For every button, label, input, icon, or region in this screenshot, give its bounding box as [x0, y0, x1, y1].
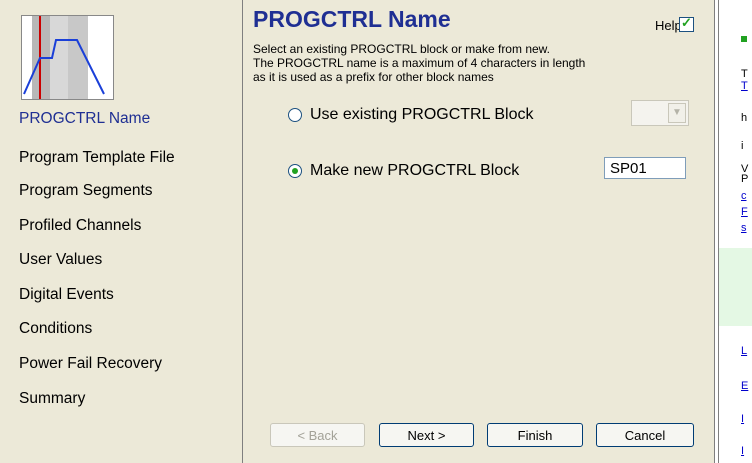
- use-existing-label: Use existing PROGCTRL Block: [310, 106, 534, 123]
- wizard-nav-panel: PROGCTRL Name Program Template File Prog…: [0, 0, 243, 463]
- checkmark-icon: ✓: [681, 15, 692, 30]
- nav-item-program-segments[interactable]: Program Segments: [19, 182, 153, 200]
- back-button[interactable]: < Back: [270, 423, 365, 447]
- help-text: T: [741, 68, 748, 80]
- nav-item-conditions[interactable]: Conditions: [19, 320, 92, 338]
- page-description: Select an existing PROGCTRL block or mak…: [253, 42, 693, 84]
- make-new-label: Make new PROGCTRL Block: [310, 162, 520, 179]
- finish-button[interactable]: Finish: [487, 423, 583, 447]
- nav-item-profiled-channels[interactable]: Profiled Channels: [19, 217, 141, 235]
- help-checkbox[interactable]: ✓: [679, 15, 694, 32]
- description-line: Select an existing PROGCTRL block or mak…: [253, 42, 550, 56]
- help-text: i: [741, 140, 744, 152]
- help-link[interactable]: I: [741, 445, 744, 457]
- new-block-name-input[interactable]: SP01: [604, 157, 686, 179]
- description-line: as it is used as a prefix for other bloc…: [253, 70, 494, 84]
- nav-item-program-template-file[interactable]: Program Template File: [19, 149, 175, 167]
- help-text: P: [741, 173, 749, 185]
- help-link[interactable]: T: [741, 80, 748, 92]
- wizard-main-panel: PROGCTRL Name Help ✓ Select an existing …: [243, 0, 714, 463]
- help-note-box: [719, 248, 752, 326]
- help-link[interactable]: s: [741, 222, 747, 234]
- help-panel: T T h i V P c F s L E I I: [719, 0, 752, 463]
- make-new-radio[interactable]: [288, 164, 302, 178]
- page-title: PROGCTRL Name: [253, 6, 451, 32]
- use-existing-radio[interactable]: [288, 108, 302, 122]
- next-button[interactable]: Next >: [379, 423, 474, 447]
- help-link[interactable]: c: [741, 190, 747, 202]
- help-link[interactable]: E: [741, 380, 748, 392]
- help-heading-marker: [741, 36, 747, 42]
- nav-item-user-values[interactable]: User Values: [19, 251, 102, 269]
- profile-diagram-icon: [21, 15, 114, 100]
- help-link[interactable]: F: [741, 206, 748, 218]
- nav-item-summary[interactable]: Summary: [19, 390, 85, 408]
- nav-item-digital-events[interactable]: Digital Events: [19, 286, 114, 304]
- cancel-button[interactable]: Cancel: [596, 423, 694, 447]
- help-link[interactable]: I: [741, 413, 744, 425]
- nav-item-progctrl-name[interactable]: PROGCTRL Name: [19, 110, 150, 128]
- help-text: h: [741, 112, 748, 124]
- chevron-down-icon[interactable]: ▼: [668, 103, 686, 123]
- nav-item-power-fail-recovery[interactable]: Power Fail Recovery: [19, 355, 162, 373]
- description-line: The PROGCTRL name is a maximum of 4 char…: [253, 56, 586, 70]
- existing-block-select[interactable]: ▼: [631, 100, 689, 126]
- help-label: Help: [655, 18, 682, 33]
- help-link[interactable]: L: [741, 345, 747, 357]
